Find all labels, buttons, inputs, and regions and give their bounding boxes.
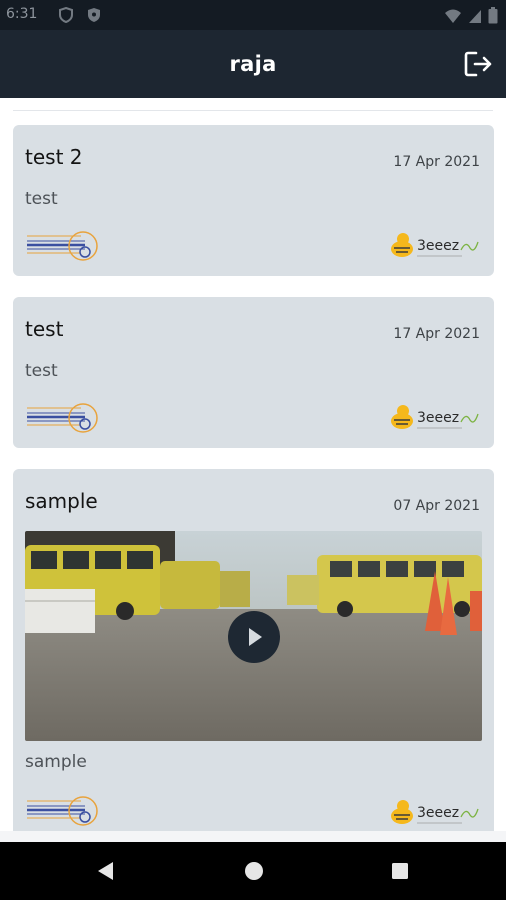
status-time: 6:31 [6,6,38,22]
page-title: raja [229,52,277,76]
wifi-icon [445,9,461,23]
post-date: 17 Apr 2021 [393,326,480,342]
bus-logo-icon [27,231,98,261]
post-text: test [25,361,58,381]
post-date: 17 Apr 2021 [393,154,480,170]
play-icon [249,628,262,646]
bus-logo-icon [27,796,98,826]
app-bar: raja [0,30,506,98]
post-text: sample [25,752,87,772]
recents-square-icon [392,863,408,879]
status-bar: 6:31 [0,0,506,30]
security-icon [88,8,100,22]
post-card[interactable]: test 2 17 Apr 2021 test 3eeez [13,125,494,276]
home-circle-icon [245,862,263,880]
shield-icon [59,7,73,23]
post-title: test [25,317,64,341]
logout-button[interactable] [464,50,494,78]
bee-logo-icon: 3eeez [391,800,479,824]
nav-recents-button[interactable] [389,860,411,882]
post-card[interactable]: test 17 Apr 2021 test 3eeez [13,297,494,448]
post-feed[interactable]: test 2 17 Apr 2021 test 3eeez test 17 Ap… [0,98,506,831]
brand-wordmark: 3eeez [417,238,459,254]
video-thumbnail[interactable] [25,531,482,741]
status-system-icons [444,7,498,24]
bee-logo-icon: 3eeez [391,405,479,429]
nav-back-button[interactable] [95,860,117,882]
brand-wordmark: 3eeez [417,410,459,426]
signal-icon [469,9,481,23]
battery-icon [488,7,498,24]
bus-logo-icon [27,403,98,433]
logout-icon [464,51,492,77]
status-notification-icons [58,7,102,23]
post-date: 07 Apr 2021 [393,498,480,514]
bee-logo-icon: 3eeez [391,233,479,257]
system-nav-bar [0,842,506,900]
brand-wordmark: 3eeez [417,805,459,821]
post-title: sample [25,489,98,513]
nav-home-button[interactable] [243,860,265,882]
divider [13,110,493,111]
post-card[interactable]: sample 07 Apr 2021 sample 3eeez [13,469,494,831]
post-text: test [25,189,58,209]
back-triangle-icon [98,862,113,880]
play-button[interactable] [228,611,280,663]
post-title: test 2 [25,145,83,169]
